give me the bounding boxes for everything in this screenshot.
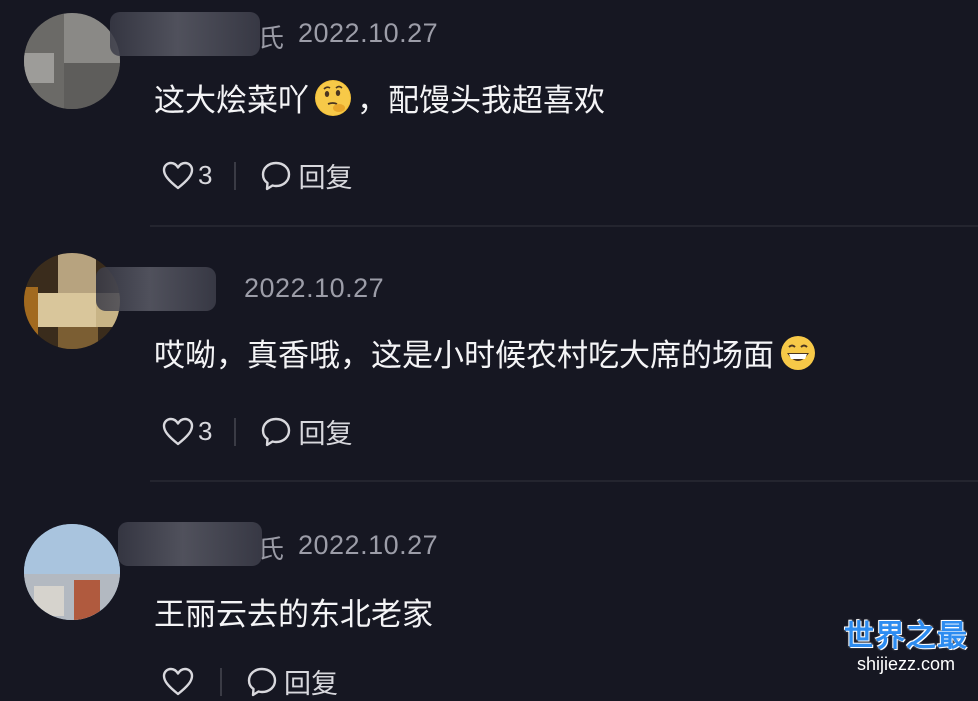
comment-text-part: ，配馒头我超喜欢 [357,83,605,119]
comment-actions: 回复 [162,662,338,701]
comment-text-part: 王丽云去的东北老家 [154,597,433,633]
avatar-blur-block [34,586,64,616]
avatar-blur-block [64,63,120,109]
comment-date: 2022.10.27 [244,273,385,303]
avatar-blur-block [24,53,54,83]
watermark: 世界之最 shijiezz.com [844,619,968,675]
like-button[interactable]: 3 [162,160,212,191]
avatar-blur-block [38,293,96,327]
comment-bubble-icon [262,161,291,190]
comment-actions: 3 回复 [162,156,352,195]
avatar-blur-block [24,287,38,339]
comment-item: 氏 2022.10.27 这大烩菜吖 ，配馒头我超喜欢 3 回复 [0,0,978,225]
heart-icon [162,417,194,445]
comment-text-part: 这大烩菜吖 [154,83,309,119]
username-tail: 氏 [258,24,285,54]
comment-text: 这大烩菜吖 ，配馒头我超喜欢 [154,75,605,120]
username-blurred[interactable] [110,12,260,56]
avatar[interactable] [24,13,120,109]
comment-bubble-icon [262,417,291,446]
action-divider [234,161,237,190]
comment-text: 王丽云去的东北老家 [154,589,433,634]
action-divider [220,667,222,696]
reply-label: 回复 [298,419,353,450]
reply-button[interactable]: 回复 [260,156,352,195]
comment-item: 2022.10.27 哎呦，真香哦，这是小时候农村吃大席的场面 3 回复 [0,227,978,480]
like-count: 3 [198,160,213,190]
comment-text: 哎呦，真香哦，这是小时候农村吃大席的场面 [154,330,822,375]
grinning-face-icon [780,335,816,371]
avatar-blur-block [58,327,98,349]
reply-button[interactable]: 回复 [246,662,338,701]
heart-icon [162,667,194,695]
avatar-blur-block [24,524,120,574]
reply-label: 回复 [298,163,353,194]
like-button[interactable]: 3 [162,416,212,447]
like-count: 3 [198,416,213,446]
thinking-face-icon [315,79,351,116]
action-divider [234,417,237,446]
like-button[interactable] [162,667,198,697]
reply-button[interactable]: 回复 [260,412,352,451]
watermark-url: shijiezz.com [856,654,956,674]
username-tail: 氏 [258,535,285,565]
username-blurred[interactable] [118,522,262,566]
comment-actions: 3 回复 [162,412,352,451]
comment-date: 2022.10.27 [298,18,439,48]
comment-text-part: 哎呦，真香哦，这是小时候农村吃大席的场面 [154,338,774,374]
comment-bubble-icon [247,667,277,696]
avatar[interactable] [24,524,120,620]
comment-item: 氏 2022.10.27 王丽云去的东北老家 回复 [0,482,978,700]
avatar-blur-block [58,253,96,293]
comment-date: 2022.10.27 [298,530,439,560]
watermark-title: 世界之最 [844,619,968,654]
avatar-blur-block [74,580,100,620]
reply-label: 回复 [284,669,338,700]
username-blurred[interactable] [96,267,216,311]
heart-icon [162,161,194,189]
